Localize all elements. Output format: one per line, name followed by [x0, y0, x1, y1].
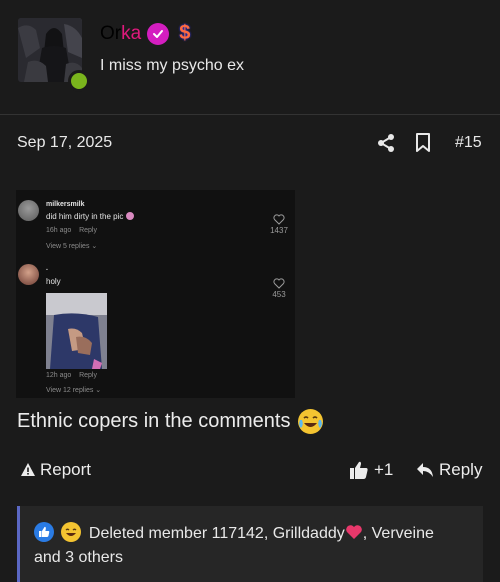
post: Orka $ I miss my psycho ex Sep 17, 2025 … [0, 0, 500, 582]
reactions-line1-suffix[interactable]: , Verveine [363, 525, 434, 542]
comment-photo [46, 293, 107, 369]
embedded-screenshot[interactable]: milkersmilk did him dirty in the pic 16h… [16, 190, 295, 398]
comment-meta: 16h ago Reply [46, 227, 97, 234]
verified-icon [147, 22, 170, 45]
like-reaction-icon [34, 522, 54, 542]
dollar-icon: $ [179, 22, 191, 44]
user-tagline: I miss my psycho ex [100, 57, 245, 74]
comment-meta: 12h ago Reply [46, 372, 97, 379]
comment-username: . [46, 265, 48, 272]
crying-laughing-emoji [298, 409, 324, 434]
online-status-dot [68, 70, 90, 92]
share-icon[interactable] [376, 133, 396, 158]
post-header: Orka $ I miss my psycho ex [0, 0, 500, 115]
reply-button[interactable]: Reply [416, 460, 482, 480]
comment-username: milkersmilk [46, 201, 85, 208]
report-button[interactable]: Report [20, 460, 91, 480]
like-count: 453 [272, 290, 286, 299]
username-row: Orka $ [100, 22, 190, 45]
like-button[interactable]: +1 [349, 460, 393, 480]
reply-label: Reply [439, 460, 483, 479]
post-number[interactable]: #15 [455, 134, 482, 152]
like-count-label: +1 [374, 460, 394, 479]
post-date[interactable]: Sep 17, 2025 [17, 134, 112, 152]
view-replies-link[interactable]: View 5 replies ⌄ [46, 242, 97, 250]
reactions-line1[interactable]: Deleted member 117142, Grilldaddy [89, 525, 345, 542]
reactions-bar[interactable]: Deleted member 117142, Grilldaddy , Verve… [17, 506, 483, 582]
user-avatar[interactable] [18, 18, 90, 92]
post-body: Ethnic copers in the comments [17, 409, 324, 434]
heart-icon [273, 214, 285, 225]
bookmark-icon[interactable] [415, 133, 431, 158]
post-body-text: Ethnic copers in the comments [17, 410, 291, 432]
thumbs-up-icon [350, 461, 368, 479]
view-replies-link[interactable]: View 12 replies ⌄ [46, 386, 101, 394]
username[interactable]: Orka [100, 23, 141, 45]
warning-icon [21, 463, 35, 476]
like-count: 1437 [270, 226, 288, 235]
comment-avatar [18, 200, 39, 221]
comment-text: holy [46, 277, 61, 286]
heart-icon [273, 278, 285, 289]
comment-avatar [18, 264, 39, 285]
laugh-reaction-icon [61, 522, 82, 542]
heart-icon [345, 525, 362, 539]
reply-icon [417, 463, 433, 477]
comment-text: did him dirty in the pic [46, 212, 134, 221]
reactions-line2[interactable]: and 3 others [34, 549, 123, 566]
report-label: Report [40, 460, 92, 479]
